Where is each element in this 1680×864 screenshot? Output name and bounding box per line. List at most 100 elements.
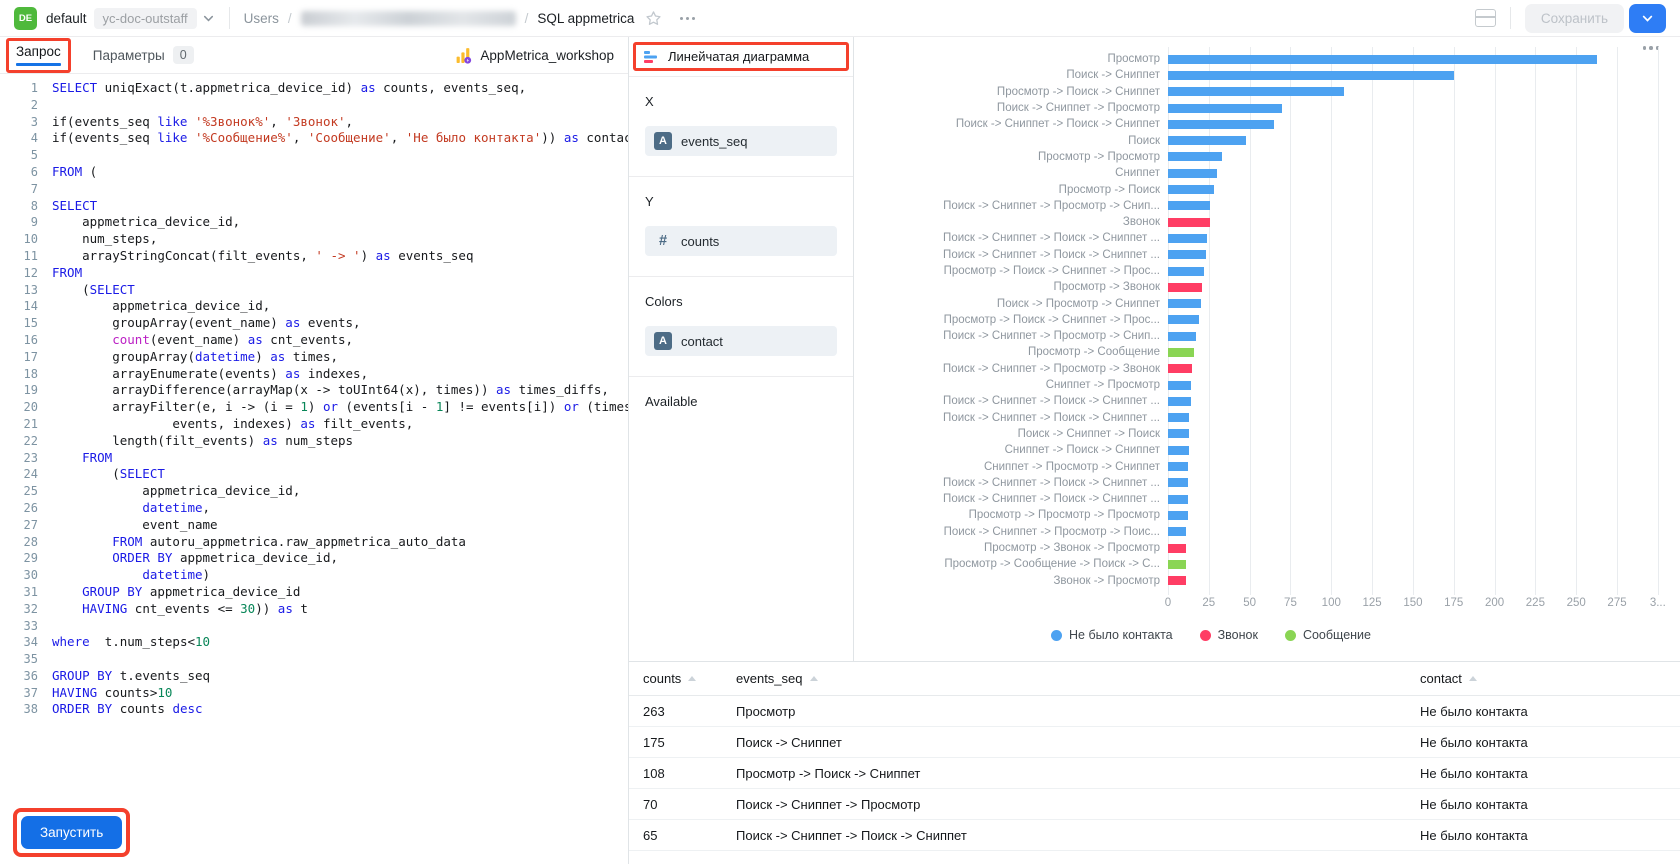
bar[interactable] — [1168, 185, 1214, 194]
more-actions-icon[interactable] — [676, 13, 699, 24]
table-cell: Поиск -> Сниппет — [736, 735, 1420, 750]
bar[interactable] — [1168, 495, 1188, 504]
bar[interactable] — [1168, 511, 1188, 520]
line-number: 25 — [0, 483, 38, 500]
bar[interactable] — [1168, 104, 1282, 113]
bar[interactable] — [1168, 299, 1201, 308]
bar[interactable] — [1168, 267, 1204, 276]
favorite-star-icon[interactable] — [645, 10, 662, 27]
category-label: Просмотр -> Звонок — [866, 281, 1168, 293]
line-content: appmetrica_device_id, — [38, 214, 240, 231]
bar[interactable] — [1168, 55, 1597, 64]
line-number: 26 — [0, 500, 38, 517]
field-chip-events-seq[interactable]: A events_seq — [645, 126, 837, 156]
bar-track — [1168, 185, 1666, 194]
code-line: 11 arrayStringConcat(filt_events, ' -> '… — [0, 248, 628, 265]
breadcrumb-root[interactable]: Users — [244, 11, 279, 26]
bar[interactable] — [1168, 218, 1210, 227]
save-button[interactable]: Сохранить — [1525, 4, 1624, 33]
legend-item[interactable]: Звонок — [1200, 628, 1258, 642]
bar[interactable] — [1168, 462, 1188, 471]
editor-tabs: Запрос Параметры 0 AppMetrica_workshop — [0, 37, 628, 74]
table-cell: Поиск -> Сниппет -> Поиск -> Сниппет — [736, 828, 1420, 843]
run-button[interactable]: Запустить — [21, 816, 122, 849]
bar[interactable] — [1168, 413, 1189, 422]
code-line: 28 FROM autoru_appmetrica.raw_appmetrica… — [0, 534, 628, 551]
bar[interactable] — [1168, 348, 1194, 357]
category-label: Поиск -> Сниппет -> Просмотр -> Снип... — [866, 200, 1168, 212]
line-number: 8 — [0, 198, 38, 215]
env-badge[interactable]: yc-doc-outstaff — [94, 8, 197, 29]
chart-type-label[interactable]: Линейчатая диаграмма — [668, 49, 809, 64]
bar[interactable] — [1168, 527, 1186, 536]
line-number: 13 — [0, 282, 38, 299]
bar-track — [1168, 381, 1666, 390]
code-line: 10 num_steps, — [0, 231, 628, 248]
bar[interactable] — [1168, 332, 1196, 341]
table-body: 263ПросмотрНе было контакта175Поиск -> С… — [629, 696, 1680, 851]
bar[interactable] — [1168, 234, 1207, 243]
axis-tick-label: 175 — [1444, 597, 1463, 609]
bar[interactable] — [1168, 576, 1186, 585]
line-content: GROUP BY appmetrica_device_id — [38, 584, 300, 601]
bar[interactable] — [1168, 429, 1189, 438]
line-content: HAVING cnt_events <= 30)) as t — [38, 601, 308, 618]
bar[interactable] — [1168, 397, 1191, 406]
chart-row: Поиск -> Сниппет -> Поиск -> Сниппет ... — [866, 247, 1666, 263]
field-chip-counts[interactable]: # counts — [645, 226, 837, 256]
field-chip-contact[interactable]: A contact — [645, 326, 837, 356]
column-header[interactable]: contact — [1420, 671, 1680, 686]
line-content: where t.num_steps<10 — [38, 634, 210, 651]
category-label: Поиск -> Просмотр -> Сниппет — [866, 298, 1168, 310]
bar-track — [1168, 299, 1666, 308]
bar[interactable] — [1168, 544, 1186, 553]
chart-row: Поиск -> Сниппет -> Просмотр -> Поис... — [866, 524, 1666, 540]
bar[interactable] — [1168, 478, 1188, 487]
connection-selector[interactable]: AppMetrica_workshop — [455, 47, 614, 64]
code-line: 33 — [0, 618, 628, 635]
bar-chart-type-icon[interactable] — [644, 50, 658, 64]
datalens-logo[interactable]: DE — [14, 7, 37, 30]
layout-panel-icon[interactable] — [1475, 9, 1496, 27]
bar[interactable] — [1168, 152, 1222, 161]
string-field-icon: A — [654, 132, 672, 150]
bar[interactable] — [1168, 87, 1344, 96]
line-number: 30 — [0, 567, 38, 584]
category-label: Просмотр -> Поиск -> Сниппет — [866, 86, 1168, 98]
bar[interactable] — [1168, 364, 1192, 373]
code-line: 25 appmetrica_device_id, — [0, 483, 628, 500]
sql-editor[interactable]: 1SELECT uniqExact(t.appmetrica_device_id… — [0, 74, 628, 864]
tab-parameters[interactable]: Параметры 0 — [93, 46, 194, 64]
bar[interactable] — [1168, 283, 1202, 292]
code-line: 9 appmetrica_device_id, — [0, 214, 628, 231]
category-label: Сниппет — [866, 167, 1168, 179]
code-line: 23 FROM — [0, 450, 628, 467]
bar[interactable] — [1168, 446, 1189, 455]
bar[interactable] — [1168, 201, 1210, 210]
bar[interactable] — [1168, 136, 1246, 145]
legend-item[interactable]: Не было контакта — [1051, 628, 1173, 642]
chevron-down-icon[interactable] — [202, 12, 215, 25]
bar[interactable] — [1168, 381, 1191, 390]
column-header[interactable]: events_seq — [736, 671, 1420, 686]
chart-row: Просмотр -> Просмотр -> Просмотр — [866, 507, 1666, 523]
table-row: 65Поиск -> Сниппет -> Поиск -> СниппетНе… — [629, 820, 1680, 851]
axis-tick-label: 3... — [1650, 597, 1666, 609]
bar[interactable] — [1168, 169, 1217, 178]
save-dropdown-button[interactable] — [1629, 4, 1666, 33]
bar[interactable] — [1168, 560, 1186, 569]
bar[interactable] — [1168, 315, 1199, 324]
axis-tick-label: 100 — [1322, 597, 1341, 609]
category-label: Поиск -> Сниппет -> Поиск -> Сниппет ... — [866, 412, 1168, 424]
bar[interactable] — [1168, 250, 1206, 259]
bar[interactable] — [1168, 71, 1454, 80]
category-label: Поиск — [866, 135, 1168, 147]
column-header[interactable]: counts — [643, 671, 736, 686]
tab-query[interactable]: Запрос — [16, 44, 61, 66]
legend-item[interactable]: Сообщение — [1285, 628, 1371, 642]
bar[interactable] — [1168, 120, 1274, 129]
code-line: 17 groupArray(datetime) as times, — [0, 349, 628, 366]
bar-track — [1168, 446, 1666, 455]
chart-row: Просмотр -> Поиск -> Сниппет -> Прос... — [866, 263, 1666, 279]
code-line: 8SELECT — [0, 198, 628, 215]
